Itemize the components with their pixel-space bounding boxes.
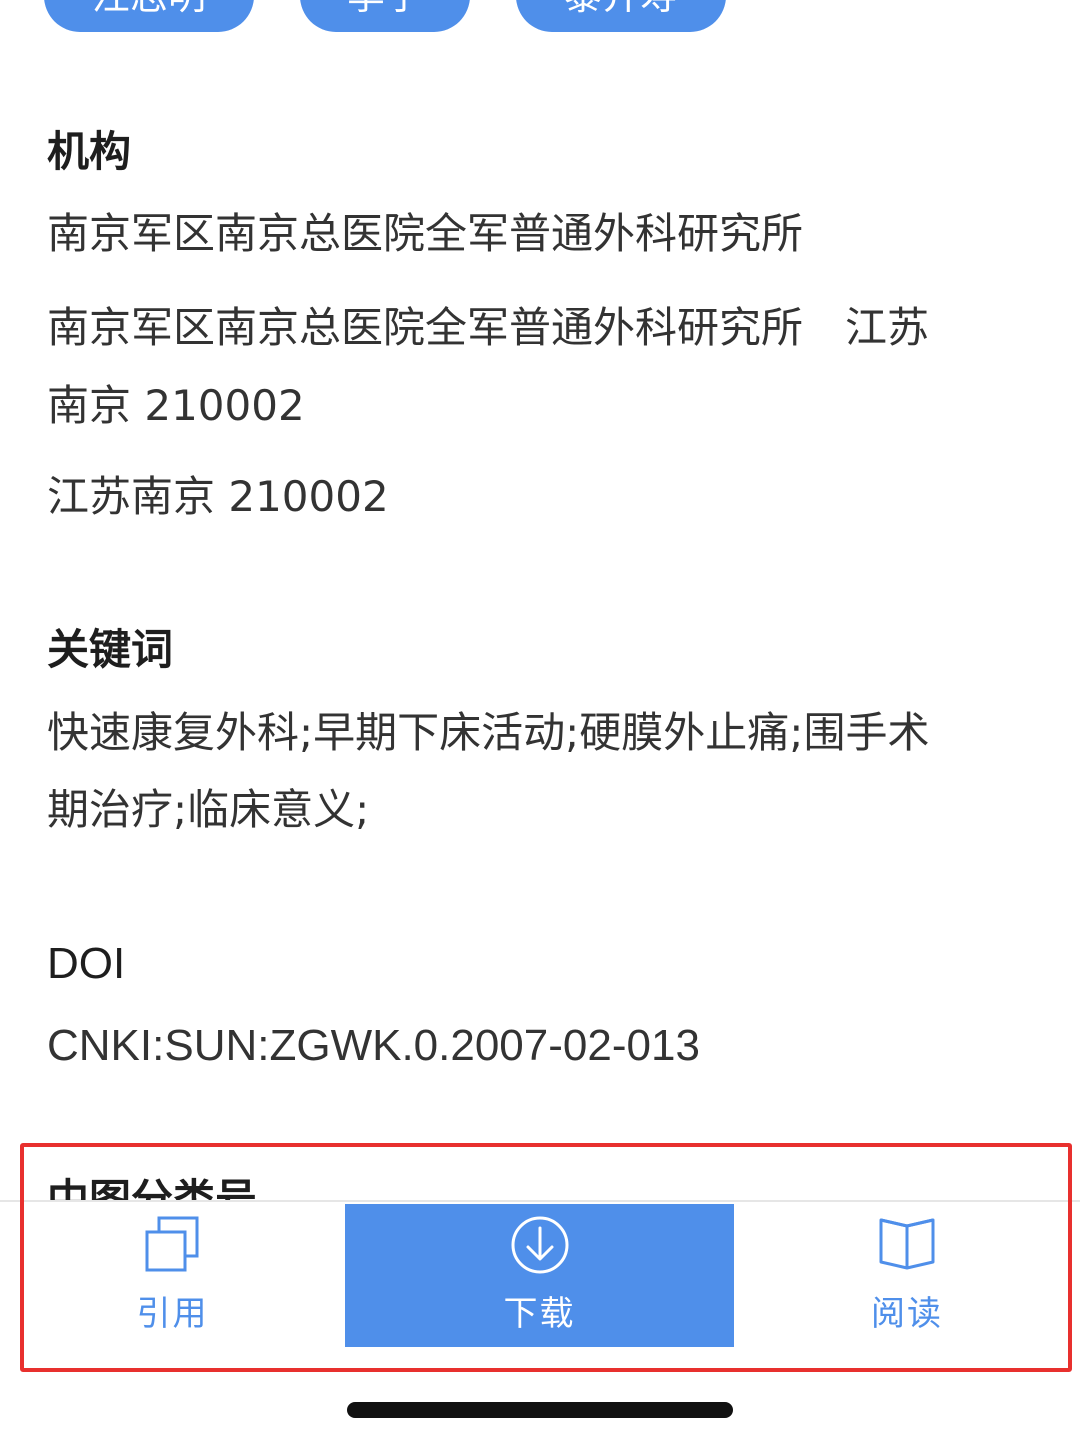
author-pill[interactable]: 李宁: [300, 0, 470, 32]
institution-title: 机构: [47, 127, 132, 176]
classification-title-clipped: 中图分类号: [47, 1172, 447, 1200]
author-pill[interactable]: 黎介寿: [516, 0, 726, 32]
keywords-line: 快速康复外科;早期下床活动;硬膜外止痛;围手术: [47, 708, 930, 757]
read-label: 阅读: [871, 1294, 943, 1334]
keywords-line: 期治疗;临床意义;: [47, 785, 370, 834]
cite-button[interactable]: 引用: [0, 1204, 345, 1347]
doi-value: CNKI:SUN:ZGWK.0.2007-02-013: [47, 1021, 700, 1070]
cite-label: 引用: [136, 1294, 209, 1334]
author-pills: 汪志明 李宁 黎介寿: [0, 0, 1080, 32]
home-indicator[interactable]: [347, 1402, 733, 1418]
institution-line: 江苏南京 210002: [47, 472, 389, 521]
institution-line: 南京军区南京总医院全军普通外科研究所 江苏: [47, 303, 930, 352]
download-label: 下载: [503, 1294, 576, 1334]
keywords-title: 关键词: [47, 625, 174, 674]
institution-line: 南京军区南京总医院全军普通外科研究所: [47, 209, 804, 258]
institution-line: 南京 210002: [47, 381, 305, 430]
copy-icon: [145, 1216, 198, 1272]
open-book-icon: [879, 1218, 935, 1270]
author-pill[interactable]: 汪志明: [44, 0, 254, 32]
read-button[interactable]: 阅读: [734, 1204, 1080, 1347]
classification-title: 中图分类号: [47, 1175, 258, 1200]
doi-title: DOI: [47, 939, 126, 988]
download-circle-icon: [511, 1216, 568, 1274]
download-button[interactable]: 下载: [345, 1204, 734, 1347]
